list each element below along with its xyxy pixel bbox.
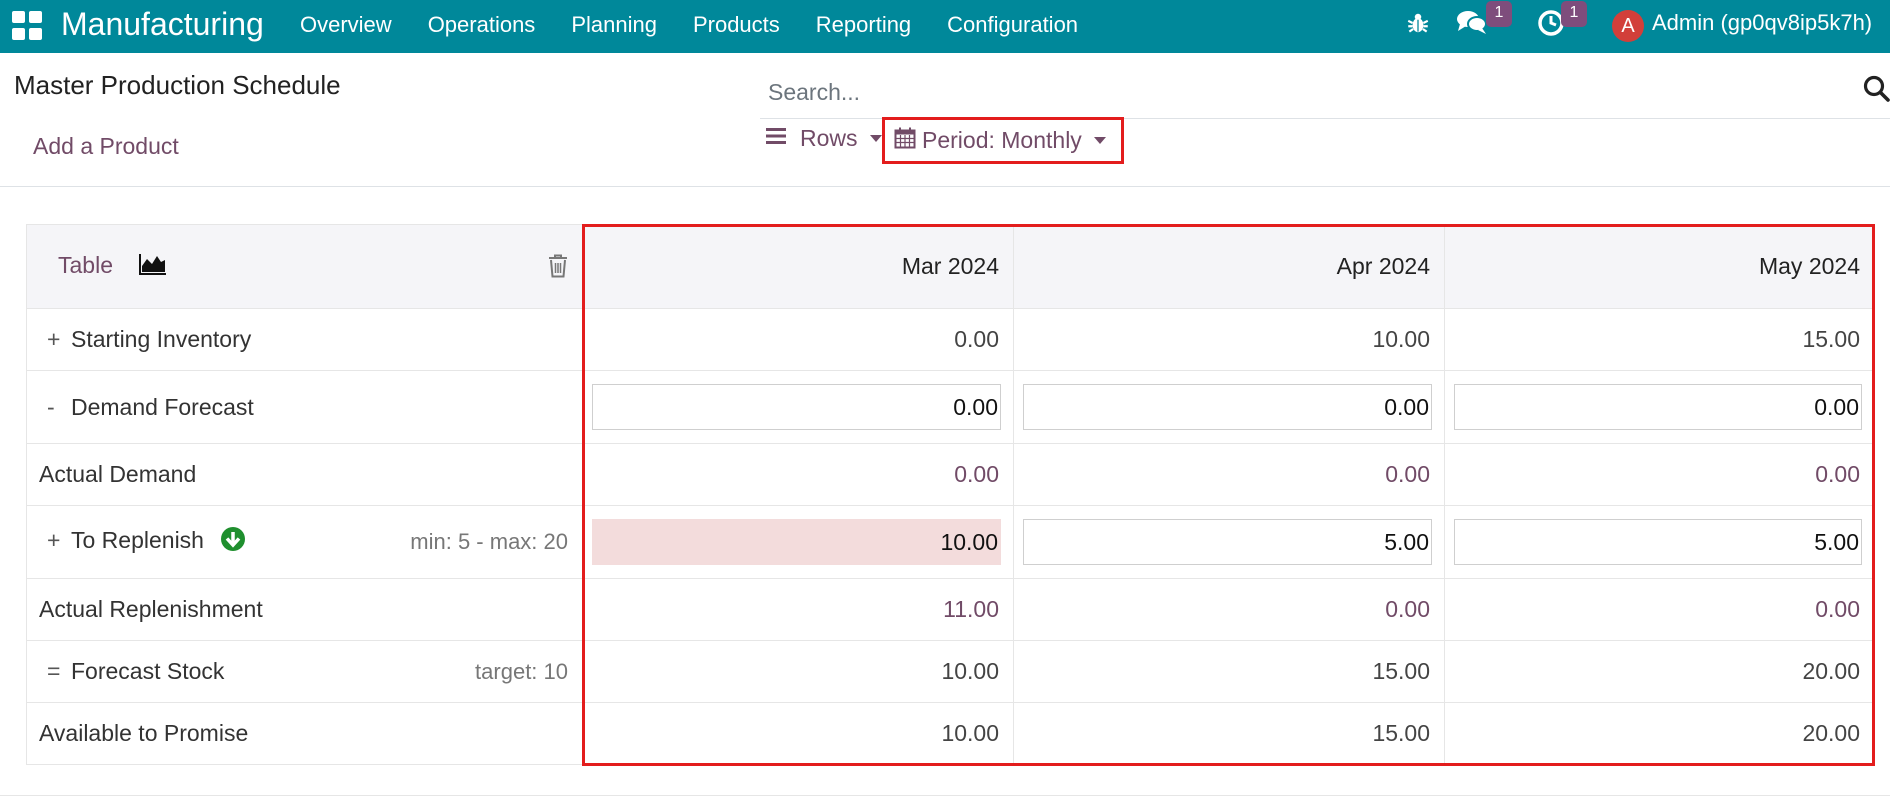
table-view-header: Table — [26, 224, 583, 309]
column-header: May 2024 — [1444, 224, 1875, 309]
replenish-arrow-down-icon[interactable] — [220, 526, 246, 558]
operator-plus: + — [47, 527, 61, 554]
area-chart-icon[interactable] — [139, 253, 167, 281]
trash-icon[interactable] — [548, 254, 568, 284]
to-replenish-input[interactable] — [592, 519, 1001, 565]
row-actual-demand: Actual Demand 0.00 0.00 0.00 — [26, 443, 1875, 506]
user-name[interactable]: Admin (gp0qv8ip5k7h) — [1652, 10, 1872, 36]
row-label-cell: + To Replenish min: 5 - max: 20 — [26, 505, 583, 579]
app-name[interactable]: Manufacturing — [61, 6, 264, 43]
min-max-hint[interactable]: min: 5 - max: 20 — [410, 529, 568, 555]
menu-products[interactable]: Products — [693, 12, 780, 38]
top-navbar: Manufacturing Overview Operations Planni… — [0, 0, 1890, 53]
to-replenish-input[interactable] — [1454, 519, 1862, 565]
messages-icon[interactable] — [1456, 8, 1488, 43]
input-cell — [1444, 370, 1875, 444]
row-actual-replenishment: Actual Replenishment 11.00 0.00 0.00 — [26, 578, 1875, 641]
column-header: Mar 2024 — [582, 224, 1014, 309]
menu-overview[interactable]: Overview — [300, 12, 392, 38]
demand-forecast-input[interactable] — [1023, 384, 1432, 430]
page-title: Master Production Schedule — [14, 70, 341, 100]
menu-reporting[interactable]: Reporting — [816, 12, 911, 38]
add-product-button[interactable]: Add a Product — [33, 133, 179, 160]
table-header-row: Table Mar 2024 Apr 2024 May 2024 — [26, 224, 1875, 309]
value-cell: 15.00 — [1013, 640, 1445, 703]
value-cell: 15.00 — [1013, 702, 1445, 765]
value-cell: 0.00 — [582, 308, 1014, 371]
input-cell — [582, 505, 1014, 579]
demand-forecast-input[interactable] — [1454, 384, 1862, 430]
row-starting-inventory: + Starting Inventory 0.00 10.00 15.00 — [26, 308, 1875, 371]
menu-operations[interactable]: Operations — [428, 12, 536, 38]
value-link[interactable]: 11.00 — [582, 578, 1014, 641]
demand-forecast-input[interactable] — [592, 384, 1001, 430]
user-avatar[interactable]: A — [1612, 10, 1644, 42]
period-dropdown-button[interactable]: Period: Monthly — [882, 117, 1124, 164]
main-menu: Overview Operations Planning Products Re… — [300, 12, 1114, 38]
period-label: Period: Monthly — [922, 127, 1082, 153]
mps-table: Table Mar 2024 Apr 2024 May 2024 + Starti… — [26, 224, 1875, 765]
debug-bug-icon[interactable] — [1405, 10, 1431, 41]
operator-plus: + — [47, 326, 61, 352]
row-label: Available to Promise — [26, 702, 583, 765]
column-header: Apr 2024 — [1013, 224, 1445, 309]
input-cell — [1444, 505, 1875, 579]
operator-equals: = — [47, 658, 61, 684]
value-cell: 15.00 — [1444, 308, 1875, 371]
rows-label: Rows — [800, 124, 858, 151]
row-available-to-promise: Available to Promise 10.00 15.00 20.00 — [26, 702, 1875, 765]
messages-badge: 1 — [1486, 1, 1512, 27]
list-icon — [766, 125, 788, 152]
value-link[interactable]: 0.00 — [1013, 578, 1445, 641]
input-cell — [1013, 505, 1445, 579]
value-cell: 10.00 — [582, 702, 1014, 765]
row-forecast-stock: = Forecast Stock target: 10 10.00 15.00 2… — [26, 640, 1875, 703]
row-label: Demand Forecast — [71, 393, 254, 420]
bottom-divider — [0, 795, 1890, 796]
row-label-cell: - Demand Forecast — [26, 370, 583, 444]
caret-down-icon — [869, 134, 882, 142]
search-bar — [760, 68, 1890, 119]
value-cell: 10.00 — [1013, 308, 1445, 371]
caret-down-icon — [1093, 137, 1106, 144]
value-cell: 20.00 — [1444, 702, 1875, 765]
value-link[interactable]: 0.00 — [1444, 443, 1875, 506]
operator-minus: - — [47, 393, 55, 420]
value-link[interactable]: 0.00 — [1444, 578, 1875, 641]
control-panel-divider — [0, 186, 1890, 187]
input-cell — [1013, 370, 1445, 444]
to-replenish-input[interactable] — [1023, 519, 1432, 565]
menu-planning[interactable]: Planning — [571, 12, 657, 38]
row-label: Actual Demand — [26, 443, 583, 506]
calendar-icon — [894, 127, 916, 155]
target-hint: target: 10 — [475, 658, 568, 684]
value-cell: 10.00 — [582, 640, 1014, 703]
row-label: Forecast Stock — [71, 658, 225, 684]
rows-dropdown-button[interactable]: Rows — [766, 120, 882, 156]
value-link[interactable]: 0.00 — [582, 443, 1014, 506]
input-cell — [582, 370, 1014, 444]
activities-badge: 1 — [1561, 1, 1587, 27]
row-label: Actual Replenishment — [26, 578, 583, 641]
apps-menu-icon[interactable] — [12, 11, 44, 41]
row-to-replenish: + To Replenish min: 5 - max: 20 — [26, 505, 1875, 579]
value-link[interactable]: 0.00 — [1013, 443, 1445, 506]
table-view-toggle[interactable]: Table — [58, 252, 113, 278]
menu-configuration[interactable]: Configuration — [947, 12, 1078, 38]
row-label: Starting Inventory — [71, 326, 252, 352]
search-input[interactable] — [768, 72, 1848, 112]
row-demand-forecast: - Demand Forecast — [26, 370, 1875, 444]
row-label: To Replenish — [71, 527, 204, 554]
row-label-cell: + Starting Inventory — [26, 308, 583, 371]
search-icon[interactable] — [1860, 72, 1890, 106]
value-cell: 20.00 — [1444, 640, 1875, 703]
row-label-cell: = Forecast Stock target: 10 — [26, 640, 583, 703]
